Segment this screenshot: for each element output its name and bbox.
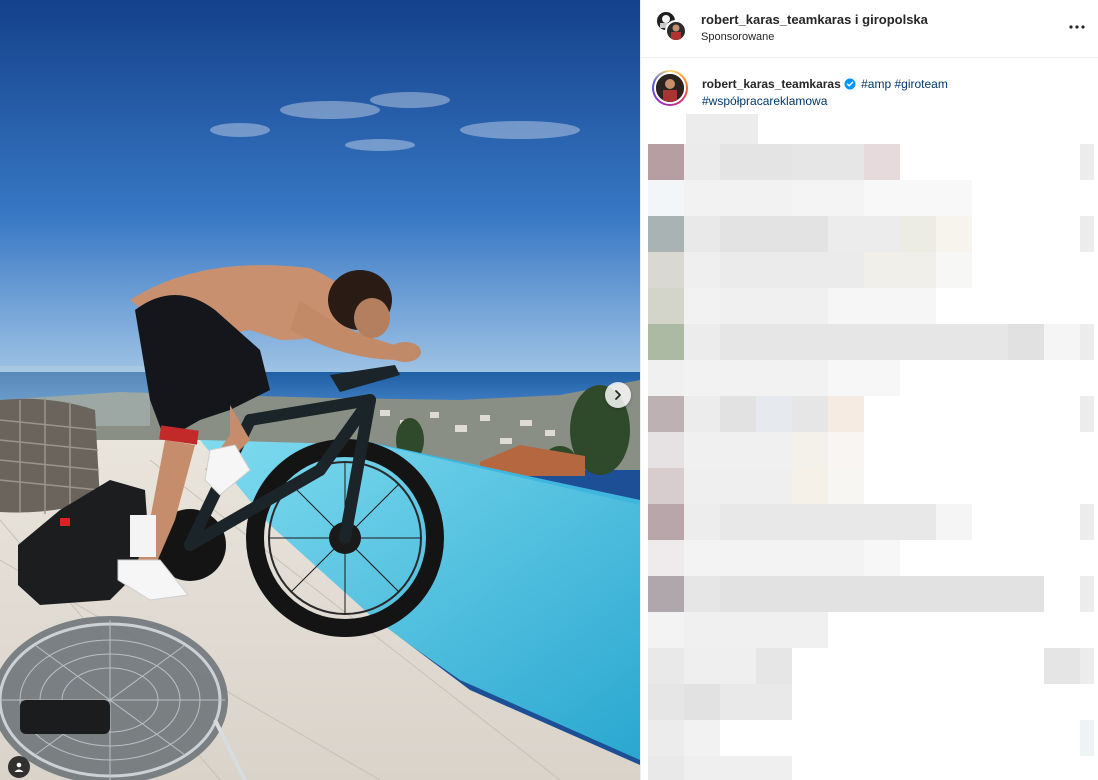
pixel-block [720,324,1008,360]
pixel-block [828,432,864,468]
pixel-block [648,252,684,288]
pixel-block [684,216,720,252]
tagged-users-button[interactable] [8,756,30,778]
pixel-block [792,144,864,180]
pixel-block [828,288,936,324]
pixel-block [648,756,684,780]
pixel-block [828,468,864,504]
hashtag-link[interactable]: #amp [861,77,891,91]
pixel-block [792,180,864,216]
pixel-block [648,468,684,504]
pixel-block [720,288,828,324]
pixel-block [1044,324,1080,360]
pixel-block [684,576,720,612]
pixel-block [648,360,684,396]
pixel-block [936,504,972,540]
chevron-right-icon [615,390,621,400]
pixel-block [648,540,684,576]
pixel-block [720,216,828,252]
pixel-block [828,216,900,252]
pixel-block [792,432,828,468]
pixel-block [1080,720,1094,756]
collab-avatars[interactable] [655,10,689,44]
pixel-block [792,396,828,432]
pixel-block [1080,504,1094,540]
pixel-block [900,216,936,252]
pixel-block [648,576,684,612]
pixel-block [686,114,758,144]
pixel-block [864,180,972,216]
hashtag-link[interactable]: #współpracareklamowa [702,94,827,108]
pixel-block [828,360,900,396]
verified-badge-icon [844,78,856,90]
pixel-block [936,252,972,288]
pixel-block [684,756,792,780]
pixel-block [684,504,720,540]
pixel-block [720,252,864,288]
pixel-block [864,144,900,180]
pixel-block [684,396,720,432]
pixel-block [684,360,828,396]
pixel-block [684,324,720,360]
hashtag-link[interactable]: #giroteam [894,77,947,91]
pixel-block [828,396,864,432]
pixel-block [648,144,684,180]
pixel-block [1080,576,1094,612]
post-media[interactable] [0,0,640,780]
pixel-block [1080,648,1094,684]
pixel-block [684,720,720,756]
post-author-names[interactable]: robert_karas_teamkaras i giropolska [701,12,928,27]
pixel-block [864,252,936,288]
pixel-block [648,324,684,360]
pixel-block [720,504,936,540]
user-tag-icon [14,762,24,772]
next-media-button[interactable] [605,382,631,408]
pixel-block [1044,648,1080,684]
pixel-block [684,648,756,684]
pixel-block [648,648,684,684]
author-avatar[interactable] [652,70,688,106]
pixel-block [684,684,720,720]
pixel-block [1080,396,1094,432]
pixel-block [720,684,792,720]
sponsored-label: Sponsorowane [701,31,775,43]
pixel-block [684,180,792,216]
pixel-block [1080,216,1094,252]
pixel-block [684,144,720,180]
post-caption: robert_karas_teamkaras #amp #giroteam #w… [702,76,1082,110]
pixel-block [1008,324,1044,360]
pixel-block [684,612,828,648]
pixel-block [684,468,792,504]
more-options-icon [1069,25,1085,29]
pixel-block [648,684,684,720]
pixel-block [684,432,792,468]
pixel-block [720,576,1044,612]
redacted-comments [648,114,1098,780]
pixel-block [648,396,684,432]
pixel-block [756,648,792,684]
pixel-block [864,540,900,576]
post-photo [0,0,640,780]
pixel-block [648,720,684,756]
pixel-block [756,396,792,432]
pixel-block [936,216,972,252]
pixel-block [1080,324,1094,360]
pixel-block [684,252,720,288]
pixel-block [648,504,684,540]
pixel-block [648,216,684,252]
avatar[interactable] [665,20,687,42]
pixel-block [684,288,720,324]
pixel-block [648,288,684,324]
pixel-block [792,468,828,504]
pixel-block [648,432,684,468]
caption-username[interactable]: robert_karas_teamkaras [702,77,841,91]
pixel-block [648,180,684,216]
post-header: robert_karas_teamkaras i giropolska Spon… [641,0,1098,58]
more-options-button[interactable] [1066,16,1088,38]
pixel-block [720,396,756,432]
pixel-block [1080,144,1094,180]
pixel-block [648,612,684,648]
pixel-block [720,144,792,180]
pixel-block [684,540,864,576]
